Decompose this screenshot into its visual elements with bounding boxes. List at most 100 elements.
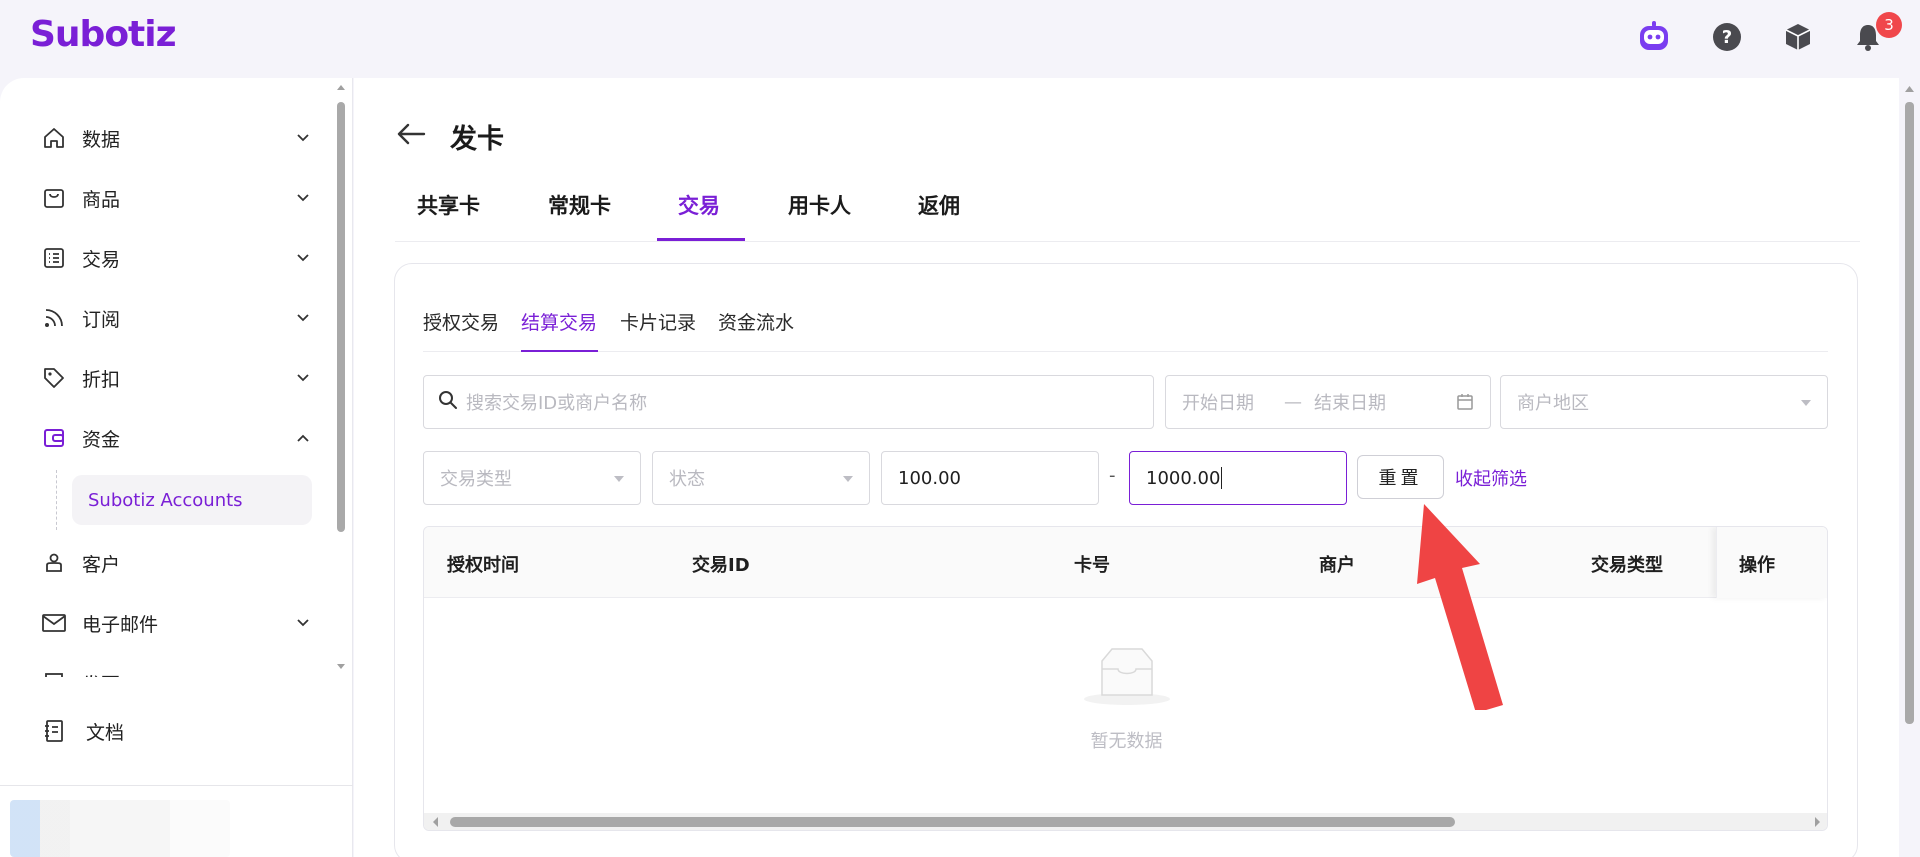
- active-tab-indicator: [657, 238, 745, 241]
- rss-icon: [40, 304, 68, 332]
- empty-state-text: 暂无数据: [1090, 731, 1163, 752]
- main-scrollbar-thumb[interactable]: [1905, 102, 1914, 724]
- sidebar-item-label: 商品: [82, 188, 121, 211]
- sidebar-item-discounts[interactable]: 折扣: [40, 358, 310, 398]
- chevron-up-icon: [296, 430, 310, 449]
- column-header-card-number: 卡号: [1074, 555, 1110, 576]
- amount-range-separator: -: [1109, 465, 1116, 486]
- sidebar-item-label: 发票: [82, 670, 120, 678]
- submenu-guide-line: [56, 470, 57, 530]
- notification-badge: 3: [1876, 12, 1902, 38]
- sidebar-item-label: 订阅: [82, 308, 121, 331]
- search-input[interactable]: 搜索交易ID或商户名称: [423, 375, 1154, 429]
- sidebar-item-label: 客户: [82, 553, 121, 576]
- subtab-fund-flow[interactable]: 资金流水: [718, 308, 794, 335]
- tab-cardholders[interactable]: 用卡人: [788, 190, 851, 220]
- min-amount-value: 100.00: [898, 467, 961, 489]
- date-separator: —: [1284, 391, 1302, 413]
- start-date-placeholder[interactable]: 开始日期: [1182, 389, 1254, 415]
- table-header: 授权时间 交易ID 卡号 商户 交易类型 操作: [424, 527, 1827, 598]
- tab-regular-card[interactable]: 常规卡: [548, 190, 611, 220]
- column-header-transaction-type: 交易类型: [1591, 555, 1663, 576]
- package-icon[interactable]: [1781, 20, 1815, 54]
- page-header: 发卡: [396, 118, 504, 155]
- tab-shared-card[interactable]: 共享卡: [417, 190, 480, 220]
- tab-rebates[interactable]: 返佣: [918, 190, 960, 220]
- sidebar-item-products[interactable]: 商品: [40, 178, 310, 218]
- table-horizontal-scrollbar[interactable]: [424, 813, 1827, 830]
- max-amount-input[interactable]: 1000.00: [1129, 451, 1347, 505]
- chevron-down-icon: [296, 310, 310, 329]
- caret-down-icon: [843, 476, 853, 482]
- sidebar-divider: [0, 785, 353, 786]
- collapse-filters-link[interactable]: 收起筛选: [1455, 465, 1527, 491]
- help-icon[interactable]: ?: [1710, 20, 1744, 54]
- main-scrollbar[interactable]: [1899, 78, 1920, 857]
- top-bar: Subotiz ? 3: [0, 0, 1920, 78]
- tag-icon: [40, 364, 68, 392]
- subtab-settled[interactable]: 结算交易: [521, 308, 597, 335]
- column-header-merchant: 商户: [1319, 555, 1355, 576]
- caret-down-icon: [614, 476, 624, 482]
- wallet-icon: [40, 424, 68, 452]
- column-header-actions: 操作: [1739, 555, 1775, 576]
- column-header-auth-time: 授权时间: [447, 555, 519, 576]
- sidebar-item-invoices[interactable]: 发票: [40, 663, 310, 677]
- sidebar-item-funds[interactable]: 资金: [40, 418, 310, 458]
- sidebar-item-label: 文档: [86, 721, 125, 744]
- active-subtab-indicator: [521, 350, 598, 352]
- chevron-down-icon: [296, 615, 310, 634]
- search-placeholder: 搜索交易ID或商户名称: [466, 393, 648, 414]
- user-icon: [40, 549, 68, 577]
- tab-transactions[interactable]: 交易: [678, 190, 720, 220]
- chevron-down-icon: [296, 190, 310, 209]
- actions-column-header: 操作: [1716, 527, 1827, 598]
- status-select[interactable]: 状态: [652, 451, 870, 505]
- column-header-transaction-id: 交易ID: [692, 555, 750, 576]
- subtab-authorized[interactable]: 授权交易: [423, 308, 499, 335]
- region-placeholder: 商户地区: [1517, 393, 1589, 414]
- sidebar-scrollbar-thumb[interactable]: [337, 102, 345, 532]
- sidebar-item-label: 资金: [82, 428, 121, 451]
- empty-inbox-icon: [1082, 648, 1172, 711]
- page-title: 发卡: [450, 123, 504, 155]
- store-icon: [40, 184, 68, 212]
- sidebar-scrollbar[interactable]: [334, 80, 348, 680]
- max-amount-value: 1000.00: [1146, 467, 1221, 489]
- invoice-icon: [40, 669, 68, 677]
- type-placeholder: 交易类型: [440, 469, 512, 490]
- user-profile-blurred[interactable]: [10, 800, 230, 857]
- merchant-region-select[interactable]: 商户地区: [1500, 375, 1828, 429]
- sidebar-item-label: 折扣: [82, 368, 121, 391]
- sidebar-item-label: 交易: [82, 248, 121, 271]
- sidebar-item-invoices-clipped[interactable]: 发票: [40, 663, 310, 677]
- main-tabs: 共享卡 常规卡 交易 用卡人 返佣: [395, 180, 1860, 242]
- date-range-picker[interactable]: 开始日期 — 结束日期: [1165, 375, 1491, 429]
- list-icon: [40, 244, 68, 272]
- sidebar-item-customers[interactable]: 客户: [40, 543, 310, 583]
- app-logo[interactable]: Subotiz: [30, 14, 177, 55]
- annotation-arrow-icon: [1417, 504, 1503, 710]
- back-arrow-icon[interactable]: [396, 122, 426, 150]
- table-scrollbar-thumb[interactable]: [450, 817, 1455, 827]
- end-date-placeholder[interactable]: 结束日期: [1314, 389, 1386, 415]
- min-amount-input[interactable]: 100.00: [881, 451, 1099, 505]
- caret-down-icon: [1801, 400, 1811, 406]
- sub-tabs: 授权交易 结算交易 卡片记录 资金流水: [423, 308, 1828, 352]
- transaction-type-select[interactable]: 交易类型: [423, 451, 641, 505]
- chevron-down-icon: [296, 130, 310, 149]
- sidebar-item-transactions[interactable]: 交易: [40, 238, 310, 278]
- sidebar-subitem-subotiz-accounts[interactable]: Subotiz Accounts: [72, 475, 312, 525]
- chevron-down-icon: [296, 675, 310, 677]
- sidebar-item-subscriptions[interactable]: 订阅: [40, 298, 310, 338]
- subtab-card-records[interactable]: 卡片记录: [620, 308, 696, 335]
- text-cursor: [1221, 467, 1223, 489]
- bot-icon[interactable]: [1637, 20, 1671, 54]
- search-icon: [438, 390, 458, 415]
- sidebar-item-email[interactable]: 电子邮件: [40, 603, 310, 643]
- sidebar-item-docs[interactable]: 文档: [40, 711, 310, 751]
- svg-text:?: ?: [1722, 27, 1732, 48]
- sidebar-item-data[interactable]: 数据: [40, 118, 310, 158]
- sidebar-item-label: 电子邮件: [82, 613, 159, 636]
- chevron-down-icon: [296, 250, 310, 269]
